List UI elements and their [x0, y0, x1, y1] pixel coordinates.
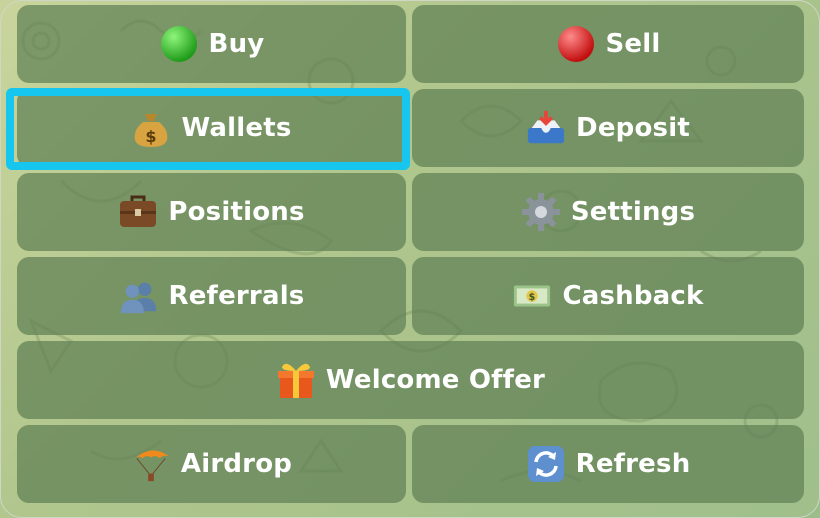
sell-button[interactable]: Sell	[412, 5, 804, 83]
keyboard-panel: Buy Sell $ Wallets Deposit Positions Set…	[0, 0, 820, 518]
settings-button[interactable]: Settings	[412, 173, 804, 251]
gear-icon	[521, 192, 561, 232]
refresh-button[interactable]: Refresh	[412, 425, 804, 503]
settings-label: Settings	[570, 197, 696, 227]
referrals-label: Referrals	[168, 281, 305, 311]
airdrop-button[interactable]: Airdrop	[17, 425, 406, 503]
cashback-label: Cashback	[562, 281, 704, 311]
buy-label: Buy	[208, 29, 265, 59]
money-bag-icon: $	[131, 108, 171, 148]
gift-icon	[276, 360, 316, 400]
svg-text:$: $	[146, 127, 157, 146]
wallets-label: Wallets	[181, 113, 292, 143]
sell-label: Sell	[605, 29, 661, 59]
positions-button[interactable]: Positions	[17, 173, 406, 251]
parachute-icon	[131, 444, 171, 484]
svg-text:$: $	[529, 292, 536, 303]
deposit-button[interactable]: Deposit	[412, 89, 804, 167]
refresh-arrows-icon	[526, 444, 566, 484]
green-circle-icon	[159, 24, 199, 64]
airdrop-label: Airdrop	[180, 449, 293, 479]
deposit-label: Deposit	[576, 113, 690, 143]
briefcase-icon	[118, 192, 158, 232]
refresh-label: Refresh	[575, 449, 691, 479]
buy-button[interactable]: Buy	[17, 5, 406, 83]
cashback-button[interactable]: $ Cashback	[412, 257, 804, 335]
busts-icon	[119, 276, 159, 316]
welcome-offer-label: Welcome Offer	[325, 365, 546, 395]
dollar-banknote-icon: $	[512, 276, 552, 316]
wallets-button[interactable]: $ Wallets	[17, 89, 406, 167]
red-circle-icon	[556, 24, 596, 64]
referrals-button[interactable]: Referrals	[17, 257, 406, 335]
welcome-offer-button[interactable]: Welcome Offer	[17, 341, 804, 419]
inbox-tray-icon	[526, 108, 566, 148]
positions-label: Positions	[168, 197, 305, 227]
